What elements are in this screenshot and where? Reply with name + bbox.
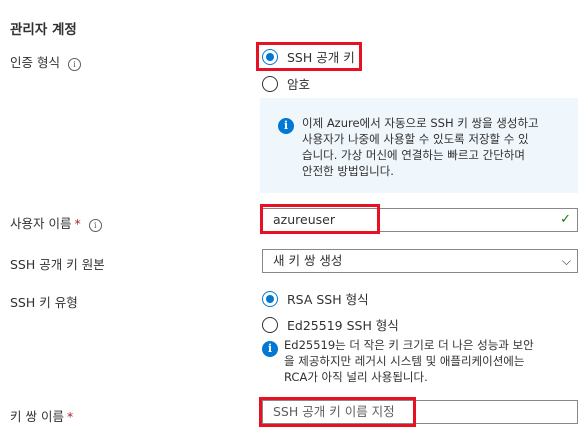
info-line: 안전한 방법입니다.: [302, 164, 394, 178]
radio-ed25519-label: Ed25519 SSH 형식: [287, 318, 399, 333]
auth-info-box: i 이제 Azure에서 자동으로 SSH 키 쌍을 생성하고 사용자가 나중에…: [260, 98, 578, 193]
radio-rsa-label: RSA SSH 형식: [287, 292, 369, 307]
radio-selected-icon[interactable]: [262, 290, 278, 307]
required-mark: *: [74, 216, 81, 231]
info-icon[interactable]: i: [88, 219, 102, 232]
key-source-dropdown[interactable]: 새 키 쌍 생성 ⌵: [262, 249, 578, 273]
info-line: Ed25519는 더 작은 키 크기로 더 나은 성능과 보안: [284, 338, 534, 352]
highlight-box: [260, 204, 380, 234]
info-line: RCA가 아직 널리 사용됩니다.: [284, 370, 428, 384]
auth-type-label-text: 인증 형식: [10, 55, 60, 70]
info-icon: i: [262, 341, 278, 357]
radio-unselected-icon[interactable]: [262, 316, 278, 333]
radio-ed25519[interactable]: Ed25519 SSH 형식: [262, 315, 399, 334]
key-type-label: SSH 키 유형: [10, 295, 78, 310]
section-title: 관리자 계정: [10, 22, 77, 38]
radio-unselected-icon[interactable]: [262, 75, 278, 92]
info-line: 사용자가 나중에 사용할 수 있도록 저장할 수 있: [302, 132, 529, 146]
highlight-box: [256, 42, 362, 71]
key-source-label: SSH 공개 키 원본: [10, 257, 105, 272]
checkmark-icon: ✓: [560, 212, 571, 227]
info-line: 습니다. 가상 머신에 연결하는 빠르고 간단하며: [302, 148, 525, 162]
highlight-box: [259, 397, 416, 427]
radio-password[interactable]: 암호: [262, 74, 310, 93]
key-pair-name-label-text: 키 쌍 이름: [10, 409, 64, 424]
required-mark: *: [66, 409, 74, 424]
radio-rsa[interactable]: RSA SSH 형식: [262, 289, 369, 308]
info-icon[interactable]: i: [67, 58, 81, 71]
radio-password-label: 암호: [287, 77, 311, 92]
username-label-text: 사용자 이름: [10, 216, 72, 231]
info-icon: i: [278, 118, 294, 134]
chevron-down-icon: ⌵: [561, 254, 571, 268]
key-source-value: 새 키 쌍 생성: [273, 253, 343, 268]
info-line: 이제 Azure에서 자동으로 SSH 키 쌍을 생성하고: [302, 116, 539, 130]
auth-type-label: 인증 형식 i: [10, 52, 81, 71]
username-label: 사용자 이름 * i: [10, 213, 102, 232]
info-line: 을 제공하지만 레거시 시스템 및 애플리케이션에는: [284, 354, 525, 368]
key-pair-name-label: 키 쌍 이름 *: [10, 406, 73, 425]
